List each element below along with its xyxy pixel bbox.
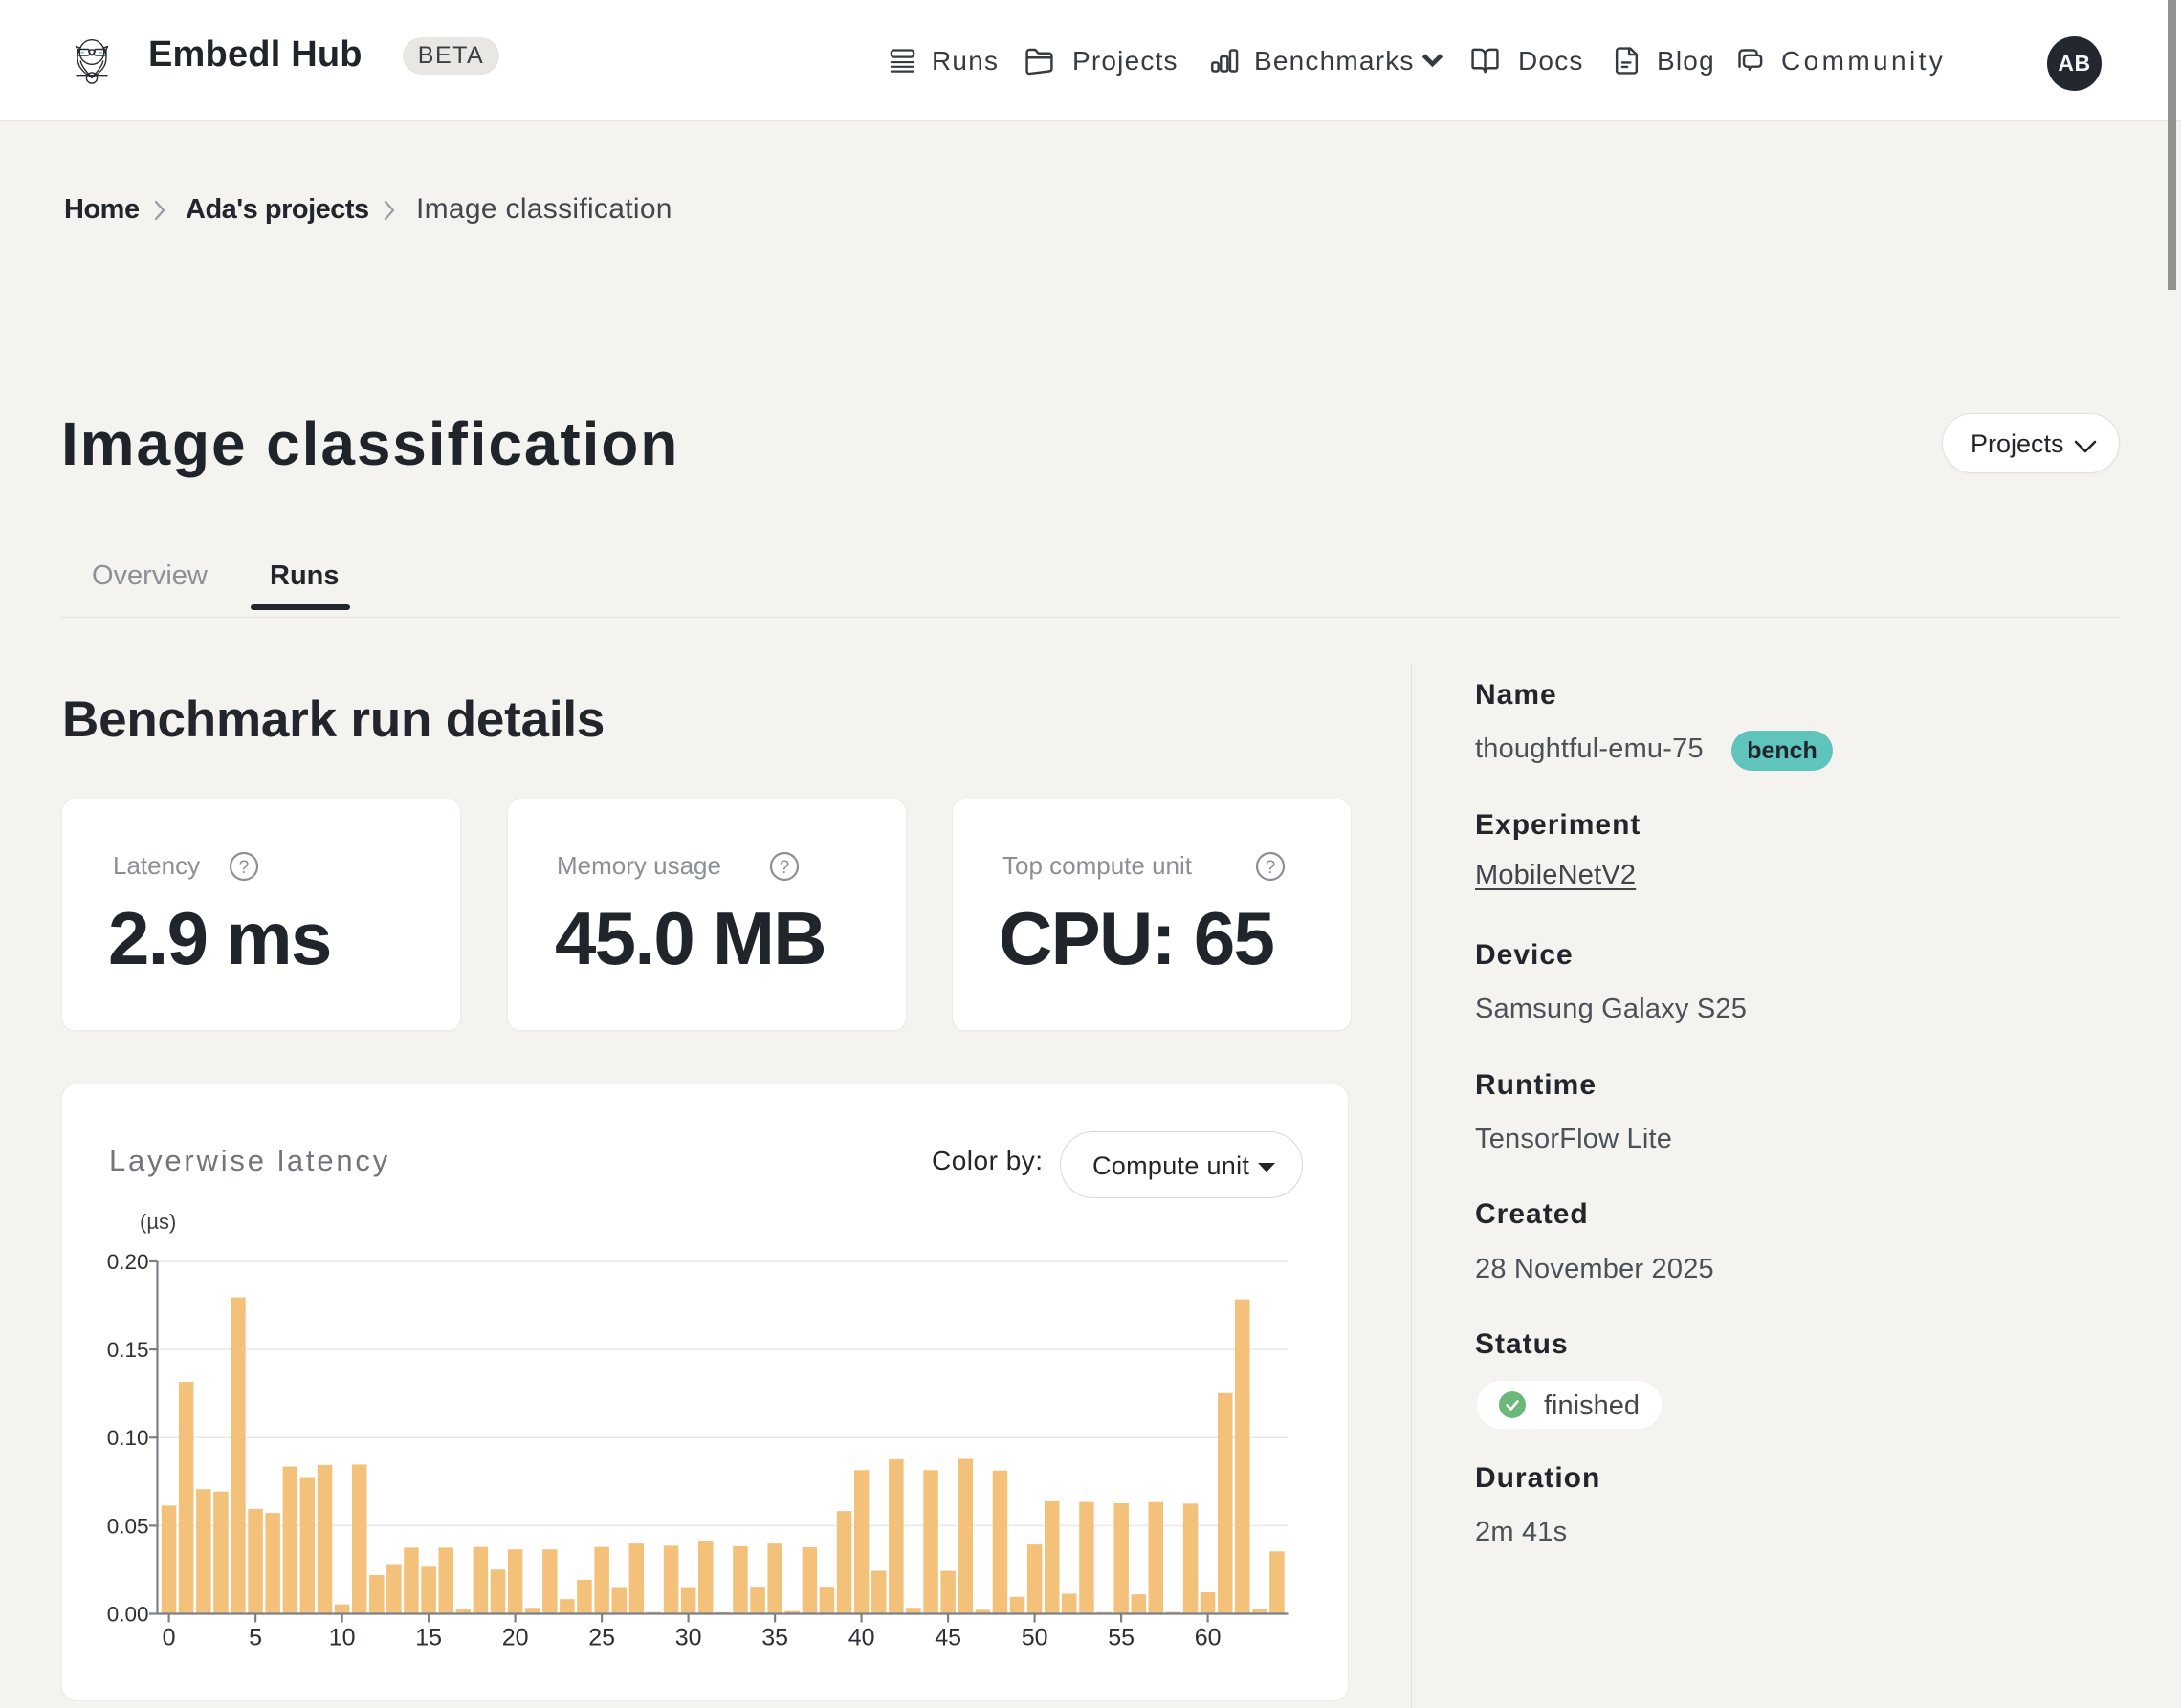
svg-text:40: 40: [848, 1625, 875, 1652]
svg-text:25: 25: [588, 1625, 615, 1652]
svg-text:5: 5: [249, 1625, 262, 1652]
svg-text:?: ?: [780, 858, 790, 878]
svg-text:0.05: 0.05: [107, 1514, 149, 1538]
svg-text:0.15: 0.15: [107, 1338, 149, 1362]
svg-text:?: ?: [1266, 858, 1276, 878]
svg-text:0: 0: [163, 1625, 176, 1652]
svg-text:(µs): (µs): [140, 1210, 176, 1234]
svg-text:60: 60: [1195, 1625, 1222, 1652]
svg-text:10: 10: [329, 1625, 356, 1652]
svg-text:50: 50: [1022, 1625, 1048, 1652]
svg-text:20: 20: [502, 1625, 529, 1652]
svg-text:0.20: 0.20: [107, 1250, 149, 1274]
svg-text:0.10: 0.10: [107, 1426, 149, 1450]
svg-text:0.00: 0.00: [107, 1603, 149, 1627]
svg-text:35: 35: [761, 1625, 788, 1652]
svg-text:?: ?: [239, 858, 250, 878]
svg-text:55: 55: [1108, 1625, 1135, 1652]
svg-text:45: 45: [935, 1625, 961, 1652]
svg-text:15: 15: [415, 1625, 442, 1652]
svg-text:30: 30: [675, 1625, 702, 1652]
